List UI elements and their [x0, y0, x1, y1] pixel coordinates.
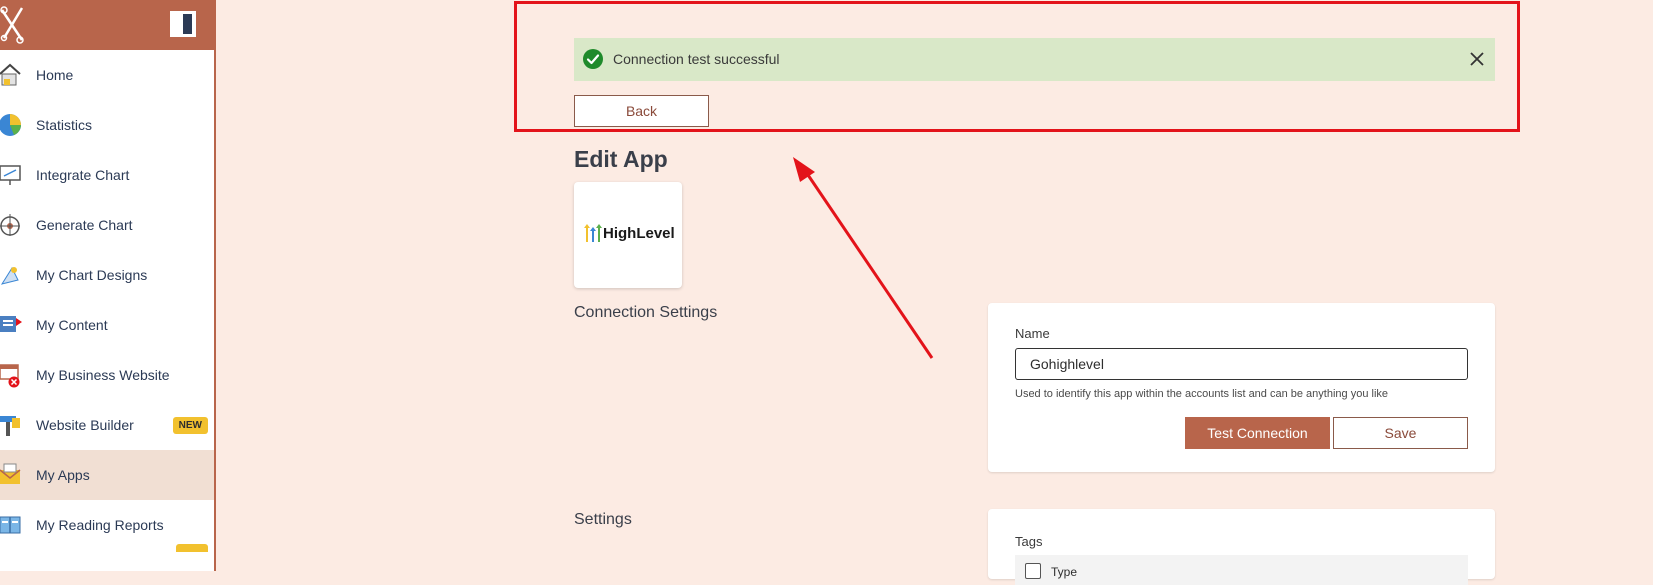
app-logo-card: HighLevel — [574, 182, 682, 288]
sidebar-item-generate-chart[interactable]: Generate Chart — [0, 200, 214, 250]
sidebar-header — [0, 0, 214, 50]
sidebar-item-website-builder[interactable]: Website Builder NEW — [0, 400, 214, 450]
envelope-icon — [0, 463, 21, 484]
house-icon — [0, 63, 21, 86]
settings-title: Settings — [574, 511, 632, 528]
hammer-icon — [0, 416, 20, 436]
content-icon — [0, 316, 22, 332]
sidebar-item-label: Statistics — [36, 117, 93, 133]
cutoff-badge — [176, 544, 208, 552]
sidebar-item-statistics[interactable]: Statistics — [0, 100, 214, 150]
book-icon — [0, 516, 21, 534]
panel-toggle-icon — [183, 14, 192, 34]
tags-label: Tags — [1015, 534, 1043, 549]
sidebar-item-home[interactable]: Home — [0, 50, 214, 100]
sidebar-item-label: Generate Chart — [36, 217, 133, 233]
sidebar-item-my-content[interactable]: My Content — [0, 300, 214, 350]
sidebar-item-label: My Business Website — [36, 367, 170, 383]
name-label: Name — [1015, 326, 1050, 341]
sidebar-item-label: Integrate Chart — [36, 167, 130, 183]
sidebar-nav: Home Statistics Integrate Chart Generate… — [0, 50, 214, 552]
sidebar-item-label: My Apps — [36, 467, 90, 483]
sidebar-item-my-business-website[interactable]: My Business Website — [0, 350, 214, 400]
website-icon — [0, 364, 20, 388]
close-icon[interactable] — [1468, 50, 1486, 68]
sidebar-item-integrate-chart[interactable]: Integrate Chart — [0, 150, 214, 200]
app-brand-name: HighLevel — [603, 225, 675, 242]
sidebar-item-my-reading-reports[interactable]: My Reading Reports — [0, 500, 214, 552]
app-logo-icon[interactable] — [0, 4, 28, 44]
sidebar-item-label: Website Builder — [36, 417, 134, 433]
sidebar-item-label: My Reading Reports — [36, 517, 164, 533]
alert-message: Connection test successful — [613, 51, 780, 67]
sidebar-item-my-chart-designs[interactable]: My Chart Designs — [0, 250, 214, 300]
page-title: Edit App — [574, 146, 668, 172]
test-connection-button[interactable]: Test Connection — [1185, 417, 1330, 449]
design-icon — [0, 266, 19, 285]
name-helper-text: Used to identify this app within the acc… — [1015, 388, 1389, 400]
type-checkbox[interactable] — [1025, 563, 1041, 579]
connection-settings-card: Name Used to identify this app within th… — [988, 303, 1495, 472]
new-badge: NEW — [172, 417, 208, 434]
pie-chart-icon — [0, 114, 21, 136]
check-circle-icon — [583, 49, 603, 69]
type-label: Type — [1051, 565, 1078, 579]
sidebar-collapse-button[interactable] — [170, 11, 196, 37]
sidebar-item-label: Home — [36, 67, 74, 83]
sidebar-item-label: My Chart Designs — [36, 267, 148, 283]
back-button[interactable]: Back — [574, 95, 709, 127]
success-alert: Connection test successful — [574, 38, 1495, 81]
sidebar-item-my-apps[interactable]: My Apps — [0, 450, 214, 500]
sidebar-item-label: My Content — [36, 317, 108, 333]
highlevel-logo-icon — [584, 224, 602, 242]
sidebar: Home Statistics Integrate Chart Generate… — [0, 0, 216, 571]
chart-wheel-icon — [0, 214, 20, 236]
save-button[interactable]: Save — [1333, 417, 1468, 449]
tags-row: Type — [1015, 555, 1468, 585]
monitor-chart-icon — [0, 165, 21, 185]
settings-card: Tags Type — [988, 509, 1495, 585]
connection-settings-title: Connection Settings — [574, 304, 718, 321]
name-input[interactable] — [1015, 348, 1468, 380]
